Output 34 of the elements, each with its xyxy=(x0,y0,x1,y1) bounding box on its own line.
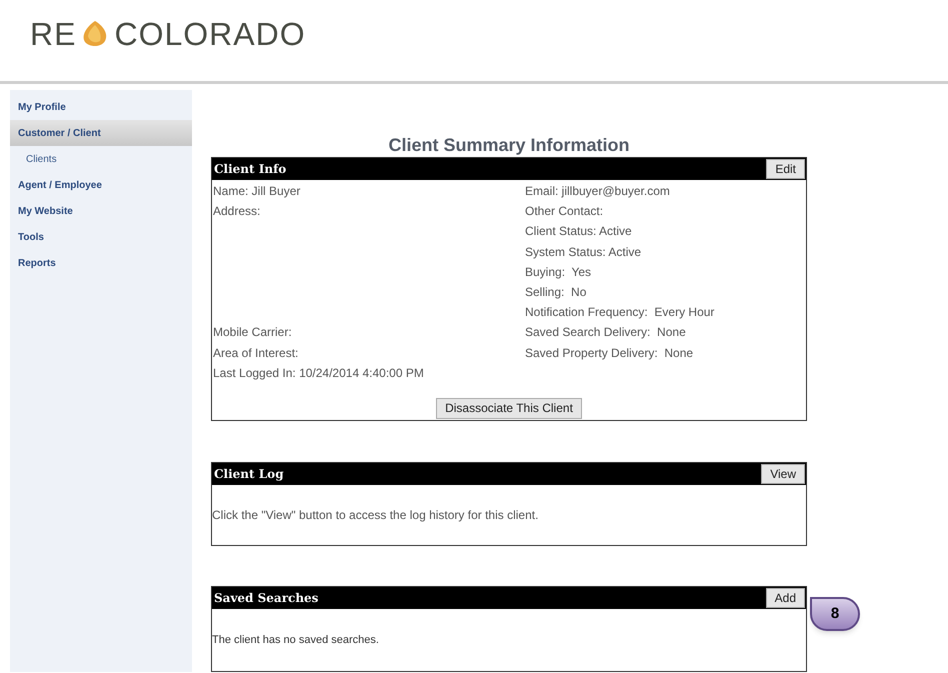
panel-title: Client Log xyxy=(214,466,284,483)
field-text: Other Contact: xyxy=(525,203,604,220)
field-text: Buying: Yes xyxy=(525,264,592,281)
sidebar-item[interactable]: Agent / Employee xyxy=(10,172,192,198)
edit-button[interactable]: Edit xyxy=(766,159,805,179)
field-text: Area of Interest: xyxy=(213,344,298,362)
step-callout: 8 xyxy=(810,596,860,631)
field-text: Saved Property Delivery: None xyxy=(525,344,694,362)
logo-text: RE xyxy=(30,18,76,50)
page-title: Client Summary Information xyxy=(387,134,631,156)
field-text: Last Logged In: 10/24/2014 4:40:00 PM xyxy=(213,364,424,382)
field-text: Address: xyxy=(213,203,260,220)
disassociate-button[interactable]: Disassociate This Client xyxy=(436,398,582,419)
field-text: Saved Search Delivery: None xyxy=(525,324,686,342)
sidebar-item[interactable]: My Profile xyxy=(10,94,192,120)
view-button[interactable]: View xyxy=(761,464,805,484)
field-text: Mobile Carrier: xyxy=(213,324,292,342)
field-text: Email: jillbuyer@buyer.com xyxy=(525,183,670,200)
field-text: Client Status: Active xyxy=(525,223,632,240)
logo-text: COLORADO xyxy=(114,18,306,50)
panel-title: Client Info xyxy=(214,161,286,178)
log-message: Click the "View" button to access the log history for this client. xyxy=(212,506,538,524)
saved-searches-message: The client has no saved searches. xyxy=(212,632,379,648)
sidebar-item[interactable]: Reports xyxy=(10,250,192,276)
field-text: System Status: Active xyxy=(525,244,642,261)
sidebar-item[interactable]: Clients xyxy=(10,146,192,172)
sidebar-item[interactable]: Customer / Client xyxy=(10,120,192,146)
sidebar-item[interactable]: My Website xyxy=(10,198,192,224)
add-button[interactable]: Add xyxy=(766,588,805,608)
field-text: Selling: No xyxy=(525,284,586,302)
panel-title: Saved Searches xyxy=(214,590,318,607)
field-text: Notification Frequency: Every Hour xyxy=(525,304,714,322)
field-text: Name: Jill Buyer xyxy=(213,183,300,200)
sidebar-item[interactable]: Tools xyxy=(10,224,192,250)
